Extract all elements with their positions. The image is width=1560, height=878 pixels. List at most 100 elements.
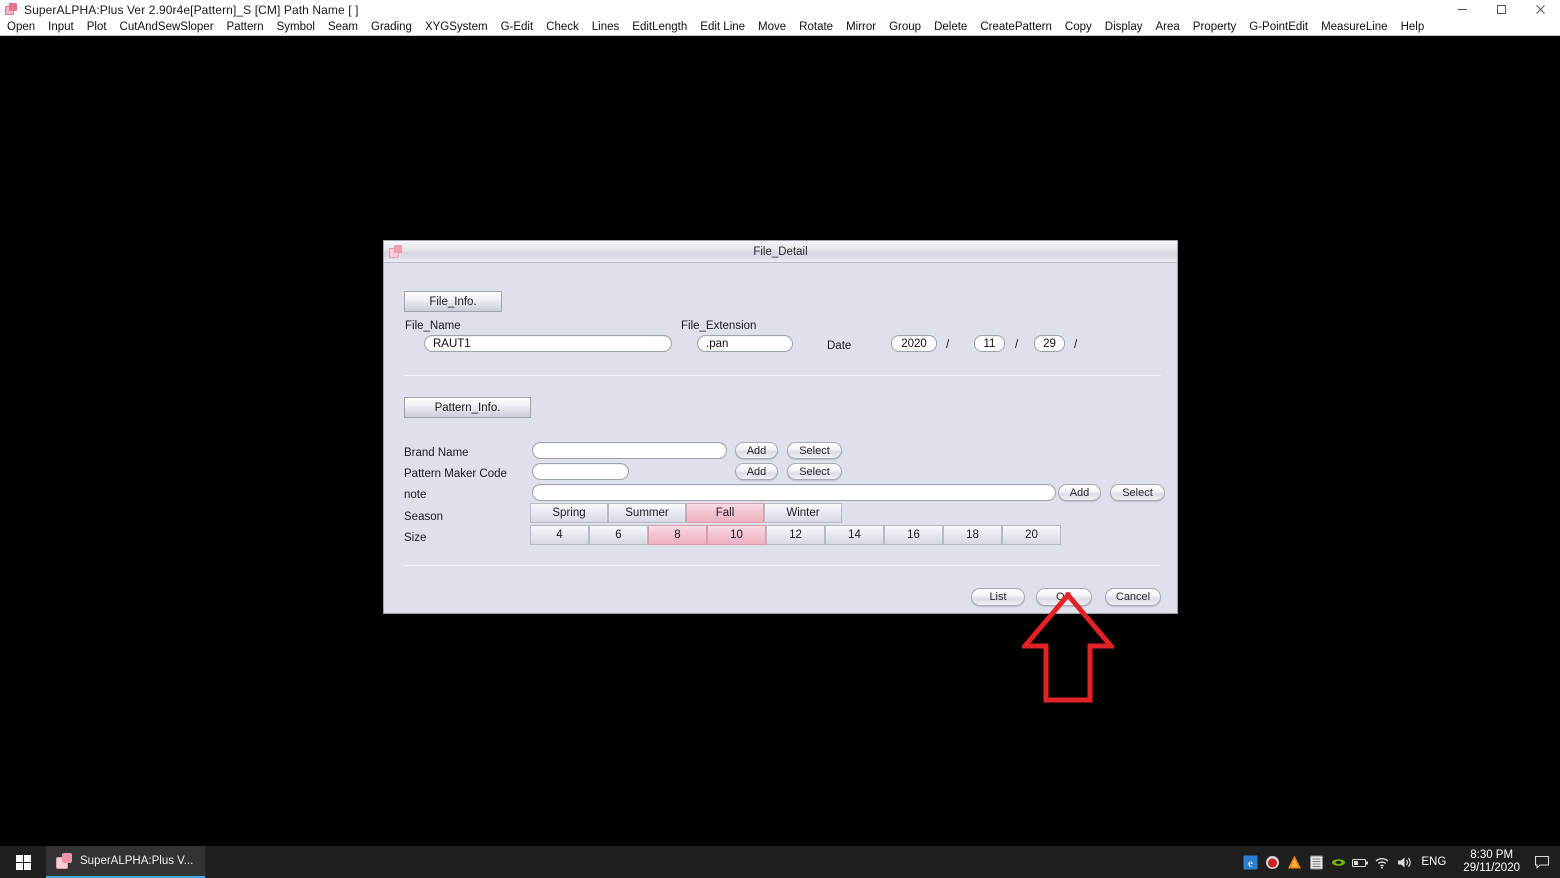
size-option-4[interactable]: 4 (530, 525, 589, 545)
menu-item-seam[interactable]: Seam (321, 19, 364, 35)
screen-recorder-icon[interactable] (1261, 846, 1283, 878)
wifi-icon[interactable] (1371, 846, 1393, 878)
menu-item-editlength[interactable]: EditLength (626, 19, 694, 35)
taskbar-clock[interactable]: 8:30 PM 29/11/2020 (1455, 846, 1528, 878)
date-separator-1: / (946, 339, 950, 351)
menu-item-grading[interactable]: Grading (365, 19, 419, 35)
minimize-button[interactable] (1443, 0, 1482, 19)
brand-name-input[interactable] (532, 442, 727, 459)
season-option-spring[interactable]: Spring (530, 503, 608, 523)
size-option-14[interactable]: 14 (825, 525, 884, 545)
size-option-20[interactable]: 20 (1002, 525, 1061, 545)
season-option-fall[interactable]: Fall (686, 503, 764, 523)
menu-item-mirror[interactable]: Mirror (840, 19, 883, 35)
file-name-input[interactable]: RAUT1 (424, 335, 672, 352)
app-icon (5, 3, 18, 16)
menu-item-g-pointedit[interactable]: G-PointEdit (1243, 19, 1315, 35)
menu-item-symbol[interactable]: Symbol (270, 19, 321, 35)
taskbar-item-superalpha[interactable]: SuperALPHA:Plus V... (46, 846, 206, 878)
brand-name-select-button[interactable]: Select (787, 442, 842, 459)
close-button[interactable] (1521, 0, 1560, 19)
season-option-summer[interactable]: Summer (608, 503, 686, 523)
dialog-titlebar[interactable]: File_Detail (384, 241, 1177, 263)
menu-item-input[interactable]: Input (42, 19, 81, 35)
menu-item-cutandsewsloper[interactable]: CutAndSewSloper (113, 19, 220, 35)
section-divider-1 (404, 375, 1161, 376)
file-extension-label: File_Extension (681, 320, 757, 332)
menu-item-edit-line[interactable]: Edit Line (694, 19, 752, 35)
language-indicator[interactable]: ENG (1415, 856, 1455, 868)
window-controls (1443, 0, 1560, 19)
taskbar-item-label: SuperALPHA:Plus V... (80, 855, 194, 867)
battery-icon[interactable] (1349, 846, 1371, 878)
file-info-group-button[interactable]: File_Info. (404, 291, 502, 312)
menu-item-lines[interactable]: Lines (585, 19, 626, 35)
brand-name-add-button[interactable]: Add (735, 442, 778, 459)
note-label: note (404, 489, 427, 501)
menu-item-createpattern[interactable]: CreatePattern (974, 19, 1059, 35)
window-title: SuperALPHA:Plus Ver 2.90r4e[Pattern]_S [… (24, 2, 359, 17)
dialog-body: File_Info. File_Name RAUT1 File_Extensio… (384, 263, 1177, 614)
window-titlebar: SuperALPHA:Plus Ver 2.90r4e[Pattern]_S [… (0, 0, 1560, 19)
clock-date: 29/11/2020 (1463, 862, 1520, 874)
menu-item-display[interactable]: Display (1098, 19, 1149, 35)
windows-taskbar: SuperALPHA:Plus V... e ENG 8:30 PM 29/11… (0, 846, 1560, 878)
pattern-maker-code-input[interactable] (532, 463, 629, 480)
menu-item-copy[interactable]: Copy (1058, 19, 1098, 35)
clock-time: 8:30 PM (1470, 849, 1514, 861)
menu-item-rotate[interactable]: Rotate (793, 19, 840, 35)
season-label: Season (404, 511, 444, 523)
menu-item-open[interactable]: Open (0, 19, 42, 35)
menu-item-move[interactable]: Move (752, 19, 793, 35)
brand-name-label: Brand Name (404, 447, 469, 459)
date-separator-3: / (1074, 339, 1078, 351)
menu-item-help[interactable]: Help (1394, 19, 1431, 35)
menu-item-plot[interactable]: Plot (80, 19, 113, 35)
pattern-maker-code-add-button[interactable]: Add (735, 463, 778, 480)
pattern-maker-code-select-button[interactable]: Select (787, 463, 842, 480)
size-option-8[interactable]: 8 (648, 525, 707, 545)
menu-item-g-edit[interactable]: G-Edit (494, 19, 540, 35)
internet-explorer-icon[interactable]: e (1239, 846, 1261, 878)
size-option-10[interactable]: 10 (707, 525, 766, 545)
size-option-18[interactable]: 18 (943, 525, 1002, 545)
svg-text:e: e (1248, 857, 1253, 869)
menu-item-check[interactable]: Check (540, 19, 586, 35)
nvidia-icon[interactable] (1327, 846, 1349, 878)
date-label: Date (827, 340, 852, 352)
size-option-6[interactable]: 6 (589, 525, 648, 545)
note-add-button[interactable]: Add (1058, 484, 1101, 501)
pattern-info-group-button[interactable]: Pattern_Info. (404, 397, 531, 418)
volume-icon[interactable] (1393, 846, 1415, 878)
annotation-up-arrow (1019, 591, 1117, 704)
size-option-16[interactable]: 16 (884, 525, 943, 545)
menu-item-group[interactable]: Group (883, 19, 928, 35)
pattern-maker-code-label: Pattern Maker Code (404, 468, 507, 480)
season-option-winter[interactable]: Winter (764, 503, 842, 523)
file-name-label: File_Name (405, 320, 461, 332)
menu-item-delete[interactable]: Delete (928, 19, 974, 35)
action-center-icon[interactable] (1528, 846, 1556, 878)
windows-logo-icon (15, 854, 31, 870)
file-extension-input[interactable]: .pan (697, 335, 793, 352)
date-day-input[interactable]: 29 (1034, 335, 1065, 352)
date-month-input[interactable]: 11 (974, 335, 1005, 352)
menu-item-xygsystem[interactable]: XYGSystem (418, 19, 494, 35)
avast-icon[interactable] (1283, 846, 1305, 878)
file-manager-icon[interactable] (1305, 846, 1327, 878)
menu-item-measureline[interactable]: MeasureLine (1315, 19, 1394, 35)
menu-item-area[interactable]: Area (1149, 19, 1186, 35)
start-button[interactable] (0, 846, 46, 878)
file-detail-dialog: File_Detail File_Info. File_Name RAUT1 F… (383, 240, 1178, 614)
section-divider-2 (404, 565, 1161, 566)
maximize-button[interactable] (1482, 0, 1521, 19)
menu-item-property[interactable]: Property (1186, 19, 1242, 35)
list-button[interactable]: List (971, 588, 1025, 606)
dialog-title: File_Detail (753, 245, 808, 258)
note-input[interactable] (532, 484, 1056, 501)
date-year-input[interactable]: 2020 (891, 335, 937, 352)
menu-item-pattern[interactable]: Pattern (220, 19, 270, 35)
size-option-12[interactable]: 12 (766, 525, 825, 545)
note-select-button[interactable]: Select (1110, 484, 1165, 501)
system-tray: e ENG 8:30 PM 29/11/2020 (1239, 846, 1560, 878)
